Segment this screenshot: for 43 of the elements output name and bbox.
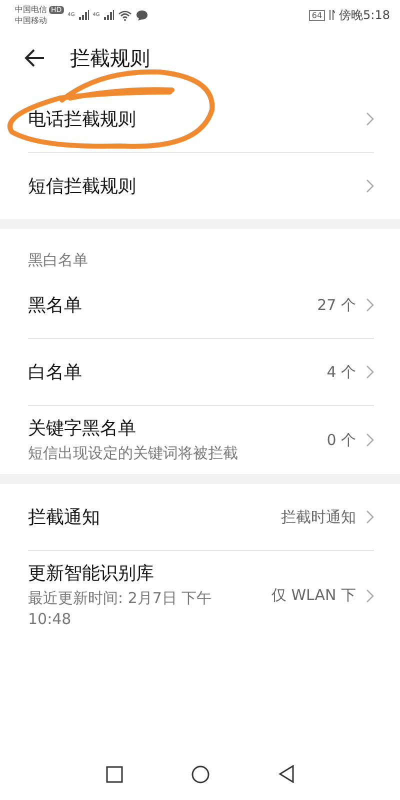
row-title: 黑名单 xyxy=(28,294,83,317)
row-title: 关键字黑名单 xyxy=(28,417,137,440)
chevron-icon xyxy=(366,298,374,312)
row-title: 更新智能识别库 xyxy=(28,562,155,585)
signal-icon xyxy=(104,10,114,20)
row-value: 27 个 xyxy=(317,296,356,314)
carrier-name: 中国电信 xyxy=(15,5,47,14)
clock-time: 傍晚5:18 xyxy=(339,6,390,24)
settings-row[interactable]: 白名单 4 个 xyxy=(28,339,374,406)
wifi-icon xyxy=(118,10,132,20)
settings-row[interactable]: 短信拦截规则 xyxy=(28,153,374,219)
row-value: 4 个 xyxy=(326,362,356,382)
chevron-icon xyxy=(366,433,374,447)
back-button[interactable] xyxy=(24,47,46,69)
row-title: 拦截通知 xyxy=(28,506,101,529)
settings-row[interactable]: 关键字黑名单 短信出现设定的关键词将被拦截 0 个 xyxy=(28,406,374,474)
signal-icon xyxy=(78,10,89,20)
row-title: 白名单 xyxy=(28,361,83,384)
page-title: 拦截规则 xyxy=(70,44,150,72)
row-value: 仅 WLAN 下 xyxy=(271,586,356,605)
row-title: 短信拦截规则 xyxy=(28,175,137,198)
chevron-icon xyxy=(366,179,374,193)
row-value: 0 个 xyxy=(326,430,356,450)
section-heading: 黑白名单 xyxy=(27,250,89,271)
row-value: 拦截时通知 xyxy=(281,508,356,526)
row-title: 电话拦截规则 xyxy=(28,108,137,131)
row-subtitle: 最近更新时间: 2月7日 下午 10:48 xyxy=(28,588,213,630)
settings-row[interactable]: 拦截通知 拦截时通知 xyxy=(28,484,374,551)
recents-button[interactable] xyxy=(106,766,122,782)
chevron-icon xyxy=(366,588,374,602)
row-subtitle: 短信出现设定的关键词将被拦截 xyxy=(28,443,239,464)
battery-level: 64 xyxy=(308,10,326,20)
message-icon xyxy=(136,10,148,20)
carrier-name: 中国移动 xyxy=(15,15,48,26)
back-nav-button[interactable] xyxy=(278,765,294,783)
chevron-icon xyxy=(366,112,374,126)
settings-row[interactable]: 黑名单 27 个 xyxy=(28,272,374,339)
home-button[interactable] xyxy=(190,764,210,784)
data-transfer-icon xyxy=(329,10,336,20)
settings-row[interactable]: 更新智能识别库 最近更新时间: 2月7日 下午 10:48 仅 WLAN 下 xyxy=(28,551,374,640)
settings-row[interactable]: 电话拦截规则 xyxy=(28,86,374,153)
chevron-icon xyxy=(366,510,374,524)
chevron-icon xyxy=(366,365,374,379)
